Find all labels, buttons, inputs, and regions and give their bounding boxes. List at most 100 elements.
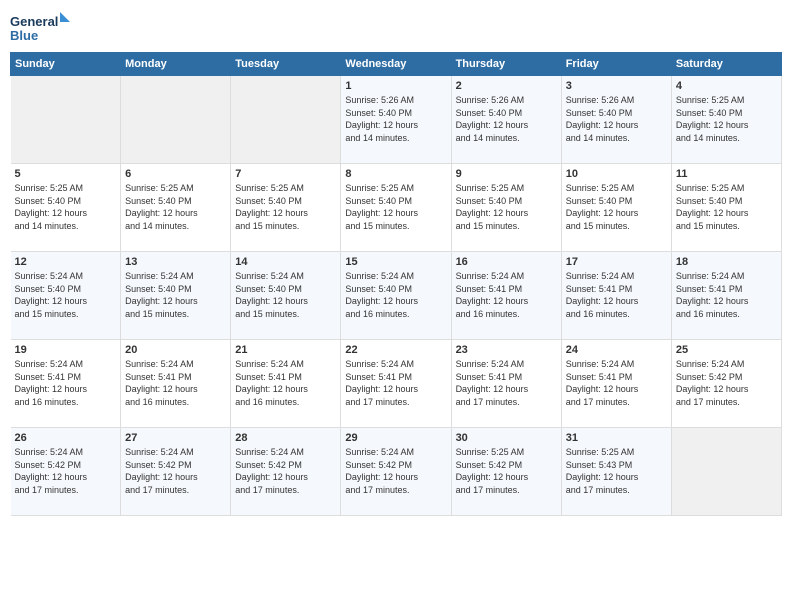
calendar-cell: 28 Sunrise: 5:24 AM Sunset: 5:42 PM Dayli… [231,428,341,516]
calendar-cell: 10 Sunrise: 5:25 AM Sunset: 5:40 PM Dayli… [561,164,671,252]
calendar-cell: 20 Sunrise: 5:24 AM Sunset: 5:41 PM Dayli… [121,340,231,428]
calendar-cell: 22Sunrise: 5:24 AM Sunset: 5:41 PM Dayli… [341,340,451,428]
calendar-cell: 12 Sunrise: 5:24 AM Sunset: 5:40 PM Dayli… [11,252,121,340]
calendar-cell: 30 Sunrise: 5:25 AM Sunset: 5:42 PM Dayli… [451,428,561,516]
day-number: 14 [235,256,336,268]
day-number: 10 [566,168,667,180]
calendar-cell: 18Sunrise: 5:24 AM Sunset: 5:41 PM Dayli… [671,252,781,340]
header-cell-thursday: Thursday [451,53,561,76]
calendar-cell: 23 Sunrise: 5:24 AM Sunset: 5:41 PM Dayli… [451,340,561,428]
logo-svg: General Blue [10,10,70,46]
day-info: Sunrise: 5:25 AM Sunset: 5:40 PM Dayligh… [345,182,446,232]
day-info: Sunrise: 5:24 AM Sunset: 5:42 PM Dayligh… [676,358,777,408]
header-cell-friday: Friday [561,53,671,76]
day-number: 27 [125,432,226,444]
calendar-cell [231,76,341,164]
day-number: 1 [345,80,446,92]
week-row-4: 19 Sunrise: 5:24 AM Sunset: 5:41 PM Dayli… [11,340,782,428]
svg-text:General: General [10,14,58,29]
calendar-cell: 15 Sunrise: 5:24 AM Sunset: 5:40 PM Dayli… [341,252,451,340]
calendar-cell: 25 Sunrise: 5:24 AM Sunset: 5:42 PM Dayli… [671,340,781,428]
calendar-cell: 5Sunrise: 5:25 AM Sunset: 5:40 PM Daylig… [11,164,121,252]
calendar-cell: 24 Sunrise: 5:24 AM Sunset: 5:41 PM Dayli… [561,340,671,428]
day-info: Sunrise: 5:24 AM Sunset: 5:41 PM Dayligh… [125,358,226,408]
calendar-cell: 31 Sunrise: 5:25 AM Sunset: 5:43 PM Dayli… [561,428,671,516]
day-number: 20 [125,344,226,356]
week-row-1: 1 Sunrise: 5:26 AM Sunset: 5:40 PM Daylig… [11,76,782,164]
calendar-cell: 16Sunrise: 5:24 AM Sunset: 5:41 PM Dayli… [451,252,561,340]
day-number: 31 [566,432,667,444]
svg-text:Blue: Blue [10,28,38,43]
day-number: 11 [676,168,777,180]
header: General Blue [10,10,782,46]
calendar-cell: 4 Sunrise: 5:25 AM Sunset: 5:40 PM Daylig… [671,76,781,164]
day-info: Sunrise: 5:25 AM Sunset: 5:40 PM Dayligh… [15,182,117,232]
day-info: Sunrise: 5:24 AM Sunset: 5:41 PM Dayligh… [235,358,336,408]
header-cell-saturday: Saturday [671,53,781,76]
calendar-cell: 13 Sunrise: 5:24 AM Sunset: 5:40 PM Dayli… [121,252,231,340]
day-info: Sunrise: 5:25 AM Sunset: 5:40 PM Dayligh… [456,182,557,232]
day-number: 3 [566,80,667,92]
day-info: Sunrise: 5:25 AM Sunset: 5:43 PM Dayligh… [566,446,667,496]
calendar-cell [121,76,231,164]
day-number: 13 [125,256,226,268]
day-number: 17 [566,256,667,268]
day-info: Sunrise: 5:24 AM Sunset: 5:41 PM Dayligh… [456,270,557,320]
calendar-cell: 26 Sunrise: 5:24 AM Sunset: 5:42 PM Dayli… [11,428,121,516]
day-number: 15 [345,256,446,268]
day-number: 6 [125,168,226,180]
calendar-cell: 11 Sunrise: 5:25 AM Sunset: 5:40 PM Dayli… [671,164,781,252]
day-number: 28 [235,432,336,444]
header-cell-sunday: Sunday [11,53,121,76]
day-number: 26 [15,432,117,444]
calendar-header-row: SundayMondayTuesdayWednesdayThursdayFrid… [11,53,782,76]
day-number: 22 [345,344,446,356]
calendar-cell: 7Sunrise: 5:25 AM Sunset: 5:40 PM Daylig… [231,164,341,252]
day-info: Sunrise: 5:24 AM Sunset: 5:40 PM Dayligh… [15,270,117,320]
day-info: Sunrise: 5:24 AM Sunset: 5:41 PM Dayligh… [456,358,557,408]
calendar-cell: 3Sunrise: 5:26 AM Sunset: 5:40 PM Daylig… [561,76,671,164]
day-number: 19 [15,344,117,356]
day-number: 25 [676,344,777,356]
week-row-3: 12 Sunrise: 5:24 AM Sunset: 5:40 PM Dayli… [11,252,782,340]
day-info: Sunrise: 5:25 AM Sunset: 5:40 PM Dayligh… [566,182,667,232]
day-info: Sunrise: 5:24 AM Sunset: 5:40 PM Dayligh… [345,270,446,320]
day-number: 21 [235,344,336,356]
day-info: Sunrise: 5:24 AM Sunset: 5:40 PM Dayligh… [125,270,226,320]
day-info: Sunrise: 5:24 AM Sunset: 5:41 PM Dayligh… [15,358,117,408]
day-number: 7 [235,168,336,180]
day-info: Sunrise: 5:24 AM Sunset: 5:41 PM Dayligh… [676,270,777,320]
day-number: 23 [456,344,557,356]
day-info: Sunrise: 5:24 AM Sunset: 5:40 PM Dayligh… [235,270,336,320]
calendar-cell: 1Sunrise: 5:26 AM Sunset: 5:40 PM Daylig… [341,76,451,164]
calendar-cell: 14 Sunrise: 5:24 AM Sunset: 5:40 PM Dayli… [231,252,341,340]
day-number: 24 [566,344,667,356]
day-number: 8 [345,168,446,180]
day-number: 12 [15,256,117,268]
day-info: Sunrise: 5:24 AM Sunset: 5:42 PM Dayligh… [235,446,336,496]
logo: General Blue [10,10,70,46]
header-cell-monday: Monday [121,53,231,76]
calendar-cell: 21 Sunrise: 5:24 AM Sunset: 5:41 PM Dayli… [231,340,341,428]
calendar-cell: 8 Sunrise: 5:25 AM Sunset: 5:40 PM Daylig… [341,164,451,252]
day-info: Sunrise: 5:25 AM Sunset: 5:40 PM Dayligh… [676,182,777,232]
calendar-body: 1 Sunrise: 5:26 AM Sunset: 5:40 PM Daylig… [11,76,782,516]
header-cell-wednesday: Wednesday [341,53,451,76]
day-info: Sunrise: 5:24 AM Sunset: 5:41 PM Dayligh… [566,358,667,408]
calendar-cell: 2Sunrise: 5:26 AM Sunset: 5:40 PM Daylig… [451,76,561,164]
day-info: Sunrise: 5:25 AM Sunset: 5:40 PM Dayligh… [676,94,777,144]
calendar-cell [671,428,781,516]
calendar-cell [11,76,121,164]
calendar-cell: 6Sunrise: 5:25 AM Sunset: 5:40 PM Daylig… [121,164,231,252]
day-number: 9 [456,168,557,180]
day-number: 4 [676,80,777,92]
day-number: 30 [456,432,557,444]
day-info: Sunrise: 5:24 AM Sunset: 5:42 PM Dayligh… [125,446,226,496]
calendar-cell: 9 Sunrise: 5:25 AM Sunset: 5:40 PM Daylig… [451,164,561,252]
calendar-cell: 19 Sunrise: 5:24 AM Sunset: 5:41 PM Dayli… [11,340,121,428]
day-info: Sunrise: 5:24 AM Sunset: 5:42 PM Dayligh… [15,446,117,496]
day-info: Sunrise: 5:25 AM Sunset: 5:42 PM Dayligh… [456,446,557,496]
calendar-table: SundayMondayTuesdayWednesdayThursdayFrid… [10,52,782,516]
day-info: Sunrise: 5:26 AM Sunset: 5:40 PM Dayligh… [456,94,557,144]
day-info: Sunrise: 5:24 AM Sunset: 5:42 PM Dayligh… [345,446,446,496]
